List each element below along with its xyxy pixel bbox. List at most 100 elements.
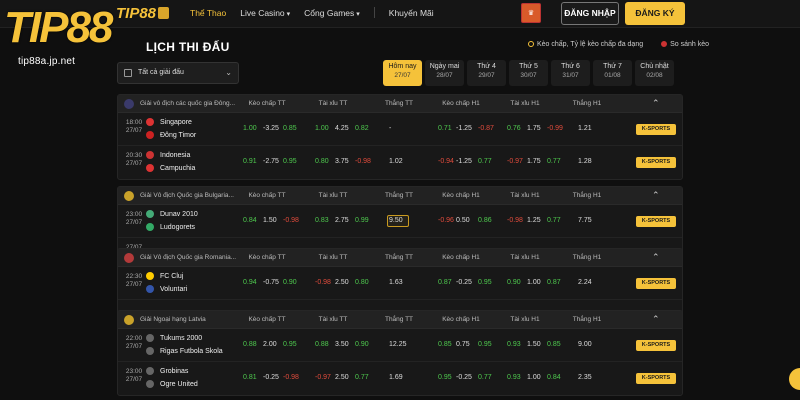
provider-badge[interactable]: K-SPORTS: [636, 278, 676, 289]
odds-value[interactable]: -0.25: [456, 374, 472, 381]
date-tab[interactable]: Thứ 7 01/08: [593, 60, 632, 86]
odds-value[interactable]: -0.98: [283, 217, 299, 224]
odds-value[interactable]: 1.75: [527, 158, 541, 165]
odds-value[interactable]: 1.28: [578, 158, 592, 165]
odds-value[interactable]: 0.94: [243, 279, 257, 286]
date-tab[interactable]: Hôm nay 27/07: [383, 60, 422, 86]
odds-value[interactable]: -: [389, 125, 391, 132]
odds-value[interactable]: 0.77: [547, 158, 561, 165]
away-team[interactable]: Campuchia: [146, 164, 195, 172]
odds-value[interactable]: 0.85: [547, 341, 561, 348]
odds-value[interactable]: -0.25: [263, 374, 279, 381]
league-header[interactable]: Giải vô địch các quốc gia Đông... Kèo chấ…: [118, 95, 682, 113]
date-tab[interactable]: Thứ 6 31/07: [551, 60, 590, 86]
odds-value[interactable]: -0.94: [438, 158, 454, 165]
odds-value[interactable]: 1.50: [263, 217, 277, 224]
odds-value[interactable]: 0.90: [283, 279, 297, 286]
nav-live-casino[interactable]: Live Casino ▾: [240, 8, 290, 18]
home-team[interactable]: Indonesia: [146, 151, 190, 159]
odds-value[interactable]: -0.96: [438, 217, 454, 224]
odds-value[interactable]: -0.98: [507, 217, 523, 224]
odds-value[interactable]: 0.87: [438, 279, 452, 286]
odds-value[interactable]: 0.86: [478, 217, 492, 224]
odds-value[interactable]: 1.50: [527, 341, 541, 348]
odds-value[interactable]: -0.97: [507, 158, 523, 165]
login-button[interactable]: ĐĂNG NHẬP: [561, 2, 619, 25]
odds-value[interactable]: 0.50: [456, 217, 470, 224]
odds-value[interactable]: 9.50: [389, 217, 403, 224]
support-chat-button[interactable]: [789, 368, 800, 390]
odds-value[interactable]: -0.99: [547, 125, 563, 132]
odds-value[interactable]: 1.75: [527, 125, 541, 132]
odds-value[interactable]: 0.71: [438, 125, 452, 132]
odds-value[interactable]: -0.98: [355, 158, 371, 165]
odds-value[interactable]: 1.00: [527, 279, 541, 286]
odds-value[interactable]: -3.25: [263, 125, 279, 132]
odds-value[interactable]: 1.00: [243, 125, 257, 132]
date-tab[interactable]: Thứ 5 30/07: [509, 60, 548, 86]
odds-value[interactable]: 0.90: [507, 279, 521, 286]
odds-value[interactable]: 1.02: [389, 158, 403, 165]
promo-avatar[interactable]: ♛: [521, 3, 541, 23]
odds-value[interactable]: 3.50: [335, 341, 349, 348]
odds-value[interactable]: 0.84: [547, 374, 561, 381]
odds-value[interactable]: 0.95: [478, 341, 492, 348]
odds-value[interactable]: 2.00: [263, 341, 277, 348]
odds-value[interactable]: 0.93: [507, 374, 521, 381]
odds-value[interactable]: 0.88: [243, 341, 257, 348]
legend-compare[interactable]: So sánh kèo: [661, 41, 709, 48]
odds-value[interactable]: 0.99: [355, 217, 369, 224]
odds-value[interactable]: -0.25: [456, 279, 472, 286]
odds-value[interactable]: 4.25: [335, 125, 349, 132]
odds-value[interactable]: -0.75: [263, 279, 279, 286]
odds-value[interactable]: 0.95: [478, 279, 492, 286]
odds-value[interactable]: 3.75: [335, 158, 349, 165]
odds-value[interactable]: -0.98: [283, 374, 299, 381]
odds-value[interactable]: 0.90: [355, 341, 369, 348]
collapse-icon[interactable]: ⌃: [652, 190, 660, 201]
odds-value[interactable]: 1.00: [315, 125, 329, 132]
away-team[interactable]: Voluntari: [146, 285, 187, 293]
odds-value[interactable]: 2.50: [335, 374, 349, 381]
odds-value[interactable]: 0.84: [243, 217, 257, 224]
odds-value[interactable]: 0.75: [456, 341, 470, 348]
odds-value[interactable]: 0.81: [243, 374, 257, 381]
odds-value[interactable]: 0.80: [355, 279, 369, 286]
odds-value[interactable]: 1.00: [527, 374, 541, 381]
brand-logo[interactable]: TIP88: [4, 6, 142, 60]
provider-badge[interactable]: K-SPORTS: [636, 157, 676, 168]
collapse-icon[interactable]: ⌃: [652, 314, 660, 325]
collapse-icon[interactable]: ⌃: [652, 252, 660, 263]
odds-value[interactable]: 0.77: [478, 374, 492, 381]
odds-value[interactable]: 0.77: [547, 217, 561, 224]
league-header[interactable]: Giải Ngoại hạng Latvia Kèo chấp TT Tài xỉu…: [118, 311, 682, 329]
odds-value[interactable]: -1.25: [456, 158, 472, 165]
home-team[interactable]: Grobinas: [146, 367, 188, 375]
odds-value[interactable]: 0.85: [438, 341, 452, 348]
odds-value[interactable]: 2.50: [335, 279, 349, 286]
odds-value[interactable]: 0.88: [315, 341, 329, 348]
odds-value[interactable]: 2.35: [578, 374, 592, 381]
away-team[interactable]: Ludogorets: [146, 223, 195, 231]
odds-value[interactable]: 0.95: [283, 158, 297, 165]
away-team[interactable]: Rigas Futbola Skola: [146, 347, 223, 355]
away-team[interactable]: Ogre United: [146, 380, 198, 388]
odds-value[interactable]: 7.75: [578, 217, 592, 224]
provider-badge[interactable]: K-SPORTS: [636, 340, 676, 351]
home-team[interactable]: Dunav 2010: [146, 210, 198, 218]
odds-value[interactable]: 0.77: [355, 374, 369, 381]
odds-value[interactable]: 1.63: [389, 279, 403, 286]
league-header[interactable]: Giải Vô địch Quốc gia Romania... Kèo chấp…: [118, 249, 682, 267]
date-tab[interactable]: Chủ nhật 02/08: [635, 60, 674, 86]
odds-value[interactable]: -1.25: [456, 125, 472, 132]
nav-games[interactable]: Cổng Games ▾: [304, 8, 360, 18]
odds-value[interactable]: 1.21: [578, 125, 592, 132]
date-tab[interactable]: Thứ 4 29/07: [467, 60, 506, 86]
odds-value[interactable]: 0.76: [507, 125, 521, 132]
date-tab[interactable]: Ngày mai 28/07: [425, 60, 464, 86]
odds-value[interactable]: 0.87: [547, 279, 561, 286]
odds-value[interactable]: 0.93: [507, 341, 521, 348]
odds-value[interactable]: 0.85: [283, 125, 297, 132]
odds-value[interactable]: 1.25: [527, 217, 541, 224]
home-team[interactable]: Singapore: [146, 118, 192, 126]
